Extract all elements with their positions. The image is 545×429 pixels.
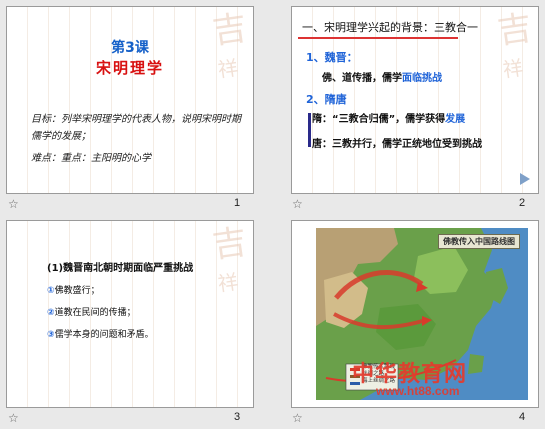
slide-number-3: 3 [234,411,241,423]
point-weijin-prefix: 佛、道传播，儒学 [322,73,402,84]
point-sui-highlight: 发展 [445,114,466,125]
slide-thumbnail-4[interactable]: 佛教传入中国路线图 佛教传入路线 丝绸之路 海上丝绸之路 中华教育网 www.h… [291,220,539,408]
list-item-number: ③ [47,330,55,340]
list-item-text: 儒学本身的问题和矛盾。 [54,330,154,340]
slide-focus-text: 难点：重点：主阳明的心学 [31,153,151,164]
play-icon[interactable] [520,173,530,185]
slide-thumbnail-3[interactable]: 吉祥 (1)魏晋南北朝时期面临严重挑战 ①佛教盛行； ②道教在民间的传播； ③儒… [6,220,254,408]
slide-number-1: 1 [234,197,241,209]
list-item: ①佛教盛行； [47,283,100,296]
point-sui: 隋：“三教合归儒”，儒学获得发展 [312,113,522,127]
slide-number-4: 4 [519,411,526,423]
slide-heading: (1)魏晋南北朝时期面临严重挑战 [47,263,194,274]
list-item-number: ② [47,308,55,318]
slide-transition-icon-3[interactable]: ☆ [8,411,19,425]
slide-thumbnail-2[interactable]: 吉祥 一、宋明理学兴起的背景：三教合一 1、魏晋： 佛、道传播，儒学面临挑战 2… [291,6,539,194]
list-item: ②道教在民间的传播； [47,305,136,318]
slide-objective-text: 目标：列举宋明理学的代表人物，说明宋明时期儒学的发展； [31,114,241,142]
decorative-watermark: 吉祥 [210,221,250,297]
slide-number-2: 2 [519,197,526,209]
slide-title-lesson: 第3课 [111,40,149,56]
point-weijin: 佛、道传播，儒学面临挑战 [322,69,442,84]
slide-transition-icon-2[interactable]: ☆ [292,197,303,211]
point-sui-prefix: 隋：“三教合归儒”，儒学获得 [312,114,446,125]
slide-title-main: 宋明理学 [95,59,164,77]
list-item: ③儒学本身的问题和矛盾。 [47,327,154,340]
decorative-watermark: 吉祥 [495,7,535,83]
subheading-suitang: 2、隋唐 [306,93,347,106]
subheading-weijin: 1、魏晋： [306,51,358,64]
slide-transition-icon-4[interactable]: ☆ [292,411,303,425]
list-item-text: 佛教盛行； [54,286,100,296]
slide-heading: 一、宋明理学兴起的背景：三教合一 [302,21,478,34]
text-marker-bar [308,113,311,147]
heading-underline [298,37,458,39]
slide-transition-icon-1[interactable]: ☆ [8,197,19,211]
point-tang: 唐：三教并行，儒学正统地位受到挑战 [312,139,482,150]
site-watermark-url: www.ht88.com [376,384,460,398]
list-item-number: ① [47,286,55,296]
list-item-text: 道教在民间的传播； [54,308,136,318]
point-weijin-highlight: 面临挑战 [402,73,442,84]
slide-thumbnail-1[interactable]: 吉祥 第3课 宋明理学 目标：列举宋明理学的代表人物，说明宋明时期儒学的发展； … [6,6,254,194]
map-title: 佛教传入中国路线图 [438,234,520,249]
